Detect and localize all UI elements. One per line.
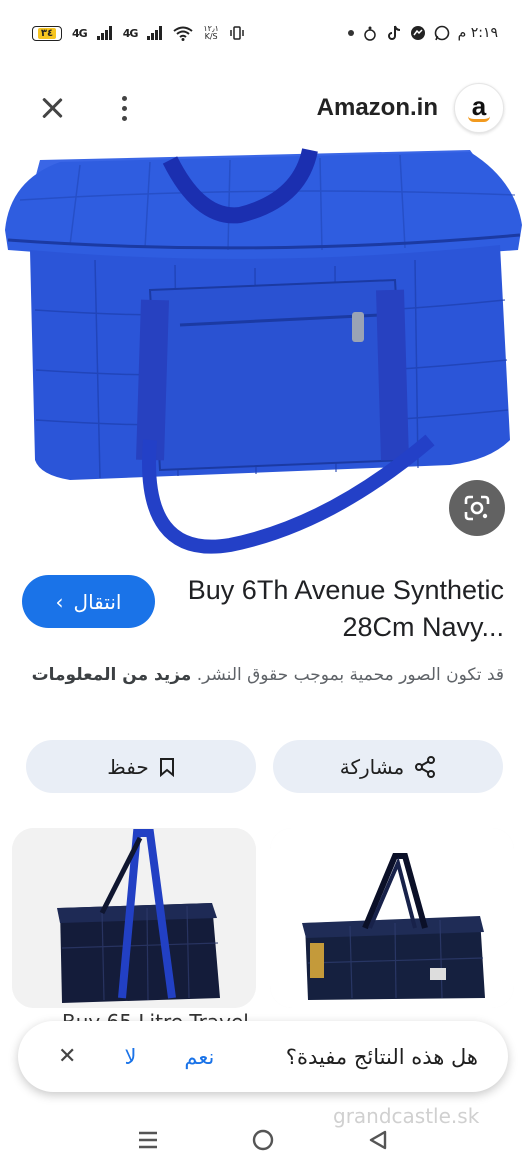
- status-left: ٣٤ 4G 4G ١٢٫١ K/S: [32, 25, 245, 41]
- visit-button[interactable]: ‹ انتقال: [22, 575, 155, 628]
- screen: ٣٤ 4G 4G ١٢٫١ K/S ٢:١٩ م Amazon.in a ‹ ا…: [0, 0, 526, 1169]
- header-left: [38, 94, 133, 123]
- logo-letter: a: [471, 90, 487, 121]
- feedback-actions: ✕ لا نعم: [58, 1044, 214, 1069]
- site-name[interactable]: Amazon.in: [317, 94, 438, 122]
- lens-glyph: [464, 495, 490, 521]
- chevron-left-icon: ‹: [55, 589, 64, 614]
- related-image-left[interactable]: [12, 828, 256, 1008]
- product-title[interactable]: Buy 6Th Avenue Synthetic 28Cm Navy...: [184, 572, 504, 646]
- clock: ٢:١٩ م: [457, 25, 498, 41]
- google-lens-icon[interactable]: [449, 480, 505, 536]
- share-label: مشاركة: [339, 754, 405, 779]
- feedback-yes-button[interactable]: نعم: [184, 1045, 214, 1069]
- speed-unit: K/S: [204, 32, 218, 41]
- title-row: ‹ انتقال Buy 6Th Avenue Synthetic 28Cm N…: [22, 572, 504, 652]
- product-image[interactable]: [0, 140, 526, 560]
- feedback-no-button[interactable]: لا: [124, 1045, 136, 1069]
- visit-label: انتقال: [73, 589, 122, 614]
- signal-2-label: 4G: [122, 26, 139, 40]
- signal-bars-2-icon: [147, 26, 163, 40]
- network-speed: ١٢٫١ K/S: [203, 25, 219, 41]
- battery-level: ٣٤: [37, 27, 57, 39]
- wifi-icon: [173, 26, 193, 41]
- status-bar: ٣٤ 4G 4G ١٢٫١ K/S ٢:١٩ م: [0, 0, 526, 66]
- bookmark-icon: [159, 757, 174, 777]
- related-bag-left-image: [12, 828, 256, 1008]
- battery-icon: ٣٤: [32, 25, 62, 41]
- signal-1-label: 4G: [72, 26, 88, 40]
- feedback-question: هل هذه النتائج مفيدة؟: [285, 1044, 478, 1069]
- header-right[interactable]: Amazon.in a: [317, 83, 504, 133]
- share-button[interactable]: مشاركة: [273, 740, 503, 793]
- copyright-notice: قد تكون الصور محمية بموجب حقوق النشر. مز…: [22, 660, 504, 690]
- share-icon: [415, 755, 436, 778]
- notification-dot-icon: [347, 30, 354, 36]
- close-icon[interactable]: [38, 94, 66, 122]
- related-image-right[interactable]: [270, 828, 514, 1008]
- system-nav-bar: [0, 1110, 526, 1169]
- signal-bars-1-icon: [96, 26, 112, 40]
- more-vert-icon[interactable]: [116, 94, 133, 123]
- feedback-prompt: ✕ لا نعم هل هذه النتائج مفيدة؟: [18, 1021, 508, 1092]
- tiktok-icon: [387, 25, 400, 40]
- save-label: حفظ: [107, 754, 149, 779]
- close-feedback-icon[interactable]: ✕: [58, 1044, 76, 1069]
- header: Amazon.in a: [0, 78, 526, 138]
- home-icon[interactable]: [248, 1125, 278, 1155]
- related-bag-right-image: [270, 828, 514, 1008]
- amazon-logo-icon[interactable]: a: [454, 83, 504, 133]
- more-info-link[interactable]: مزيد من المعلومات: [32, 665, 192, 685]
- copyright-text: قد تكون الصور محمية بموجب حقوق النشر.: [196, 665, 504, 685]
- save-button[interactable]: حفظ: [26, 740, 256, 793]
- messenger-icon: [410, 26, 425, 40]
- vibrate-icon: [230, 26, 244, 40]
- whatsapp-icon: [434, 25, 449, 41]
- recent-apps-icon[interactable]: [133, 1125, 163, 1155]
- back-icon[interactable]: [363, 1125, 393, 1155]
- logo-smile: [468, 116, 490, 122]
- app-notification-icon: [363, 26, 376, 41]
- status-right: ٢:١٩ م: [347, 25, 498, 41]
